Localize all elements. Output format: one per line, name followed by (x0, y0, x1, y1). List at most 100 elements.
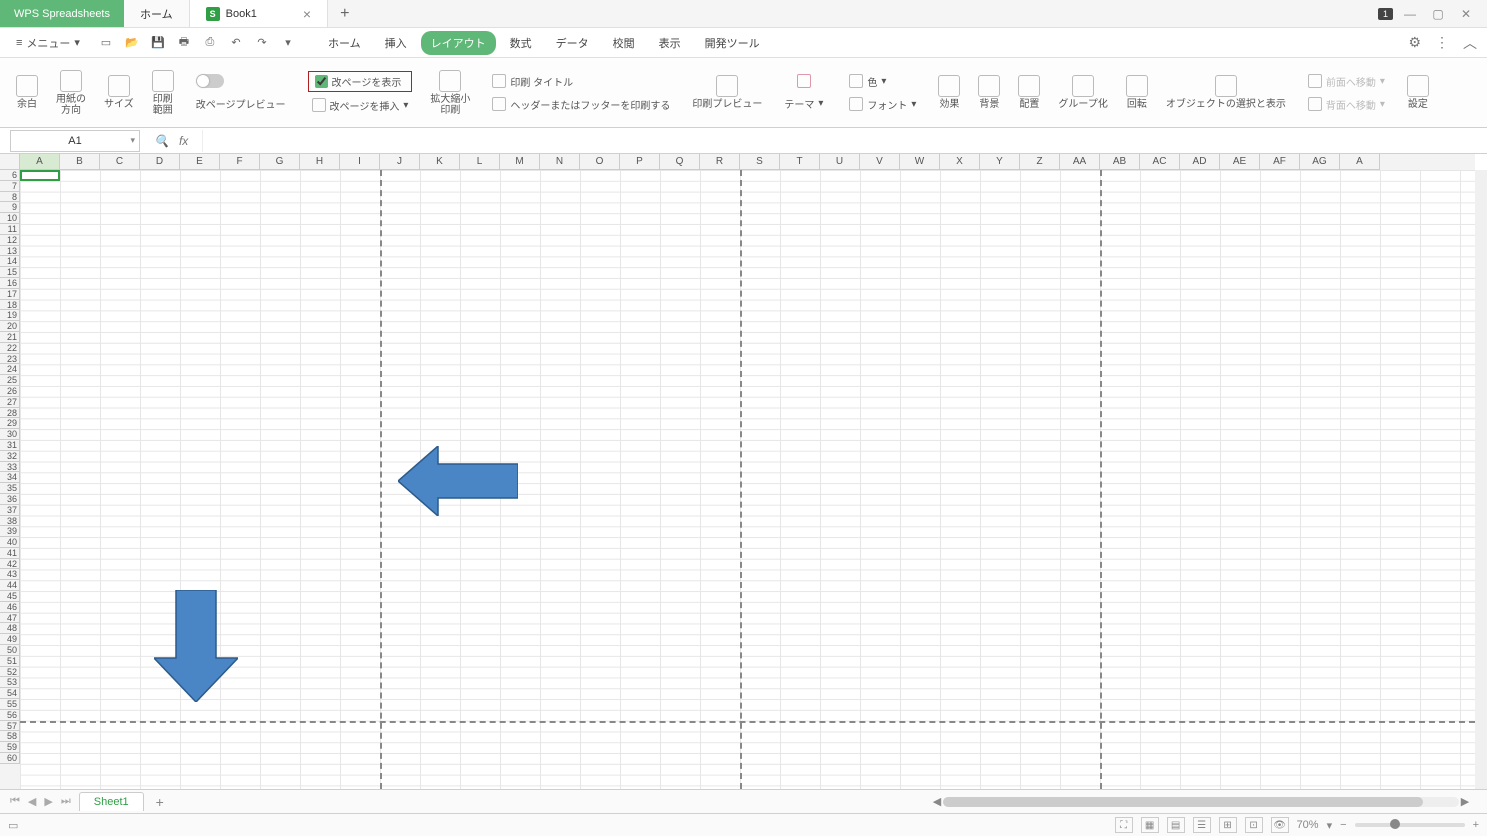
row-header[interactable]: 6 (0, 170, 20, 181)
row-header[interactable]: 7 (0, 181, 20, 192)
row-header[interactable]: 30 (0, 429, 20, 440)
background-button[interactable]: 背景 (972, 75, 1006, 110)
row-headers[interactable]: 6789101112131415161718192021222324252627… (0, 170, 20, 789)
row-header[interactable]: 57 (0, 721, 20, 732)
column-header[interactable]: O (580, 154, 620, 170)
page-layout-view-icon[interactable]: ▤ (1167, 817, 1185, 833)
row-header[interactable]: 34 (0, 472, 20, 483)
row-header[interactable]: 48 (0, 623, 20, 634)
row-header[interactable]: 38 (0, 516, 20, 527)
print-area-button[interactable]: 印刷 範囲 (146, 70, 180, 116)
normal-view-icon[interactable]: ▦ (1141, 817, 1159, 833)
ribbon-tab-6[interactable]: 表示 (649, 31, 691, 55)
row-header[interactable]: 20 (0, 321, 20, 332)
row-header[interactable]: 9 (0, 202, 20, 213)
column-header[interactable]: H (300, 154, 340, 170)
formula-input[interactable] (202, 130, 1487, 152)
column-header[interactable]: E (180, 154, 220, 170)
row-header[interactable]: 14 (0, 256, 20, 267)
add-tab-button[interactable]: + (328, 0, 361, 27)
column-header[interactable]: M (500, 154, 540, 170)
column-header[interactable]: S (740, 154, 780, 170)
column-header[interactable]: Z (1020, 154, 1060, 170)
align-button[interactable]: 配置 (1012, 75, 1046, 110)
ribbon-tab-0[interactable]: ホーム (318, 31, 371, 55)
scroll-right-icon[interactable]: ▶ (1459, 795, 1471, 808)
ribbon-tab-5[interactable]: 校閲 (603, 31, 645, 55)
name-box[interactable]: A1 ▾ (10, 130, 140, 152)
sheet-nav-prev[interactable]: ◀ (26, 795, 38, 808)
row-header[interactable]: 40 (0, 537, 20, 548)
column-header[interactable]: AE (1220, 154, 1260, 170)
cell-grid[interactable] (20, 170, 1475, 789)
row-header[interactable]: 53 (0, 677, 20, 688)
menu-button[interactable]: ≡ メニュー ▾ (10, 32, 86, 54)
ribbon-tab-1[interactable]: 挿入 (375, 31, 417, 55)
ribbon-tab-2[interactable]: レイアウト (421, 31, 496, 55)
column-headers[interactable]: ABCDEFGHIJKLMNOPQRSTUVWXYZAAABACADAEAFAG… (20, 154, 1475, 170)
column-header[interactable]: X (940, 154, 980, 170)
row-header[interactable]: 13 (0, 246, 20, 257)
column-header[interactable]: AA (1060, 154, 1100, 170)
column-header[interactable]: J (380, 154, 420, 170)
row-header[interactable]: 8 (0, 192, 20, 203)
print-title-button[interactable]: 印刷 タイトル (488, 72, 674, 91)
row-header[interactable]: 44 (0, 580, 20, 591)
row-header[interactable]: 52 (0, 667, 20, 678)
eye-icon[interactable]: 👁 (1271, 817, 1289, 833)
theme-button[interactable]: テーマ▾ (780, 94, 827, 113)
chevron-down-icon[interactable]: ▾ (130, 135, 135, 146)
row-header[interactable]: 16 (0, 278, 20, 289)
row-header[interactable]: 24 (0, 364, 20, 375)
maximize-icon[interactable]: ▢ (1427, 5, 1449, 23)
column-header[interactable]: T (780, 154, 820, 170)
row-header[interactable]: 25 (0, 375, 20, 386)
column-header[interactable]: AF (1260, 154, 1300, 170)
checkbox-icon[interactable] (315, 75, 328, 88)
horizontal-scrollbar[interactable]: ◀ ▶ (931, 795, 1471, 808)
row-header[interactable]: 39 (0, 526, 20, 537)
zoom-slider[interactable] (1355, 823, 1465, 827)
sheet-nav-last[interactable]: ⏭ (59, 795, 73, 808)
row-header[interactable]: 45 (0, 591, 20, 602)
show-page-break-checkbox[interactable]: 改ページを表示 (308, 71, 413, 92)
insert-page-break-button[interactable]: 改ページを挿入▾ (308, 96, 413, 115)
tab-home[interactable]: ホーム (124, 0, 190, 27)
font-button[interactable]: フォント▾ (845, 95, 920, 114)
new-icon[interactable]: ▭ (98, 35, 114, 51)
fullscreen-icon[interactable]: ⛶ (1115, 817, 1133, 833)
row-header[interactable]: 35 (0, 483, 20, 494)
row-header[interactable]: 43 (0, 569, 20, 580)
gear-icon[interactable]: ⚙ (1408, 34, 1421, 51)
row-header[interactable]: 41 (0, 548, 20, 559)
pagebreak-view-icon[interactable]: ☰ (1193, 817, 1211, 833)
column-header[interactable]: P (620, 154, 660, 170)
row-header[interactable]: 32 (0, 451, 20, 462)
column-header[interactable]: D (140, 154, 180, 170)
zoom-in-button[interactable]: + (1473, 819, 1479, 831)
header-footer-button[interactable]: ヘッダーまたはフッターを印刷する (488, 95, 674, 114)
row-header[interactable]: 23 (0, 354, 20, 365)
column-header[interactable]: U (820, 154, 860, 170)
add-sheet-button[interactable]: + (150, 794, 170, 810)
row-header[interactable]: 29 (0, 418, 20, 429)
row-header[interactable]: 37 (0, 505, 20, 516)
column-header[interactable]: L (460, 154, 500, 170)
column-header[interactable]: G (260, 154, 300, 170)
orientation-button[interactable]: 用紙の 方向 (50, 70, 92, 116)
rotate-button[interactable]: 回転 (1120, 75, 1154, 110)
zoom-print-button[interactable]: 拡大縮小 印刷 (424, 70, 476, 116)
chevron-down-icon[interactable]: ▾ (1327, 819, 1333, 832)
sheet-tab[interactable]: Sheet1 (79, 792, 144, 811)
kebab-icon[interactable]: ⋮ (1435, 34, 1449, 51)
row-header[interactable]: 31 (0, 440, 20, 451)
row-header[interactable]: 58 (0, 731, 20, 742)
row-header[interactable]: 18 (0, 300, 20, 311)
column-header[interactable]: AD (1180, 154, 1220, 170)
row-header[interactable]: 55 (0, 699, 20, 710)
margins-button[interactable]: 余白 (10, 75, 44, 110)
row-header[interactable]: 59 (0, 742, 20, 753)
print-preview-button[interactable]: 印刷プレビュー (686, 75, 768, 110)
row-header[interactable]: 49 (0, 634, 20, 645)
row-header[interactable]: 26 (0, 386, 20, 397)
